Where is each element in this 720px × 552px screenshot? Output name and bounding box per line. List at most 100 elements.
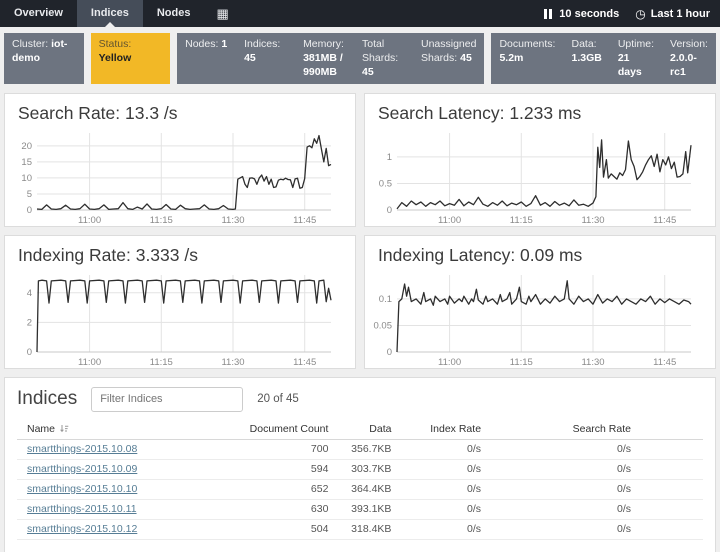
column-header-srate[interactable]: Search Rate bbox=[499, 420, 703, 440]
cluster-stat: Unassigned Shards: 45 bbox=[413, 33, 484, 84]
index-link[interactable]: smartthings-2015.10.12 bbox=[27, 523, 137, 535]
svg-text:4: 4 bbox=[27, 287, 32, 298]
cluster-stat: Documents: 5.2m bbox=[491, 33, 563, 84]
indices-table: NameDocument CountDataIndex RateSearch R… bbox=[17, 420, 703, 540]
search-rate-title: Search Rate: 13.3 /s bbox=[18, 103, 355, 124]
column-header-data[interactable]: Data bbox=[328, 420, 391, 440]
svg-text:11:30: 11:30 bbox=[221, 215, 244, 226]
svg-text:11:00: 11:00 bbox=[438, 357, 461, 368]
cluster-stat: Cluster: iot-demo bbox=[4, 33, 84, 84]
time-range[interactable]: Last 1 hour bbox=[651, 8, 710, 20]
search-latency-title: Search Latency: 1.233 ms bbox=[378, 103, 715, 124]
sort-asc-icon bbox=[59, 424, 69, 433]
cluster-stat: Indices: 45 bbox=[236, 33, 295, 84]
cluster-stat: Version: 2.0.0-rc1 bbox=[662, 33, 716, 84]
svg-text:2: 2 bbox=[27, 317, 32, 328]
search-latency-panel: Search Latency: 1.233 ms 00.5111:0011:15… bbox=[364, 93, 716, 227]
tab-nodes[interactable]: Nodes bbox=[143, 0, 205, 27]
cell-doc: 630 bbox=[205, 499, 328, 519]
indices-count: 20 of 45 bbox=[257, 393, 299, 405]
search-rate-chart: 0510152011:0011:1511:3011:45 bbox=[5, 126, 355, 226]
svg-text:11:45: 11:45 bbox=[653, 357, 676, 368]
indices-title: Indices bbox=[17, 388, 77, 410]
cluster-status-bar: Cluster: iot-demo Status: Yellow Nodes: … bbox=[0, 27, 720, 89]
cluster-stat: Nodes: 1 bbox=[177, 33, 236, 84]
cell-irate: 0/s bbox=[391, 479, 499, 499]
svg-text:0.1: 0.1 bbox=[379, 293, 392, 304]
cell-srate: 0/s bbox=[499, 499, 703, 519]
svg-text:11:00: 11:00 bbox=[78, 215, 101, 226]
tab-indices[interactable]: Indices bbox=[77, 0, 143, 27]
table-row: smartthings-2015.10.09594303.7KB0/s0/s bbox=[17, 459, 703, 479]
cell-irate: 0/s bbox=[391, 519, 499, 539]
column-header-name[interactable]: Name bbox=[17, 420, 205, 440]
svg-text:5: 5 bbox=[27, 188, 32, 199]
cluster-stat: Memory: 381MB / 990MB bbox=[295, 33, 354, 84]
cluster-stats-group-2: Documents: 5.2mData: 1.3GBUptime: 21 day… bbox=[491, 33, 716, 84]
stat-label: Cluster: bbox=[12, 38, 48, 50]
svg-text:11:15: 11:15 bbox=[510, 215, 533, 226]
table-row: smartthings-2015.10.08700356.7KB0/s0/s bbox=[17, 439, 703, 459]
indexing-latency-chart: 00.050.111:0011:1511:3011:45 bbox=[365, 268, 715, 368]
svg-text:20: 20 bbox=[21, 140, 32, 151]
index-link[interactable]: smartthings-2015.10.11 bbox=[27, 503, 137, 515]
cell-srate: 0/s bbox=[499, 479, 703, 499]
index-link[interactable]: smartthings-2015.10.09 bbox=[27, 463, 137, 475]
svg-text:0.05: 0.05 bbox=[374, 320, 393, 331]
cell-srate: 0/s bbox=[499, 459, 703, 479]
svg-text:0.5: 0.5 bbox=[379, 178, 392, 189]
status-stat: Status: Yellow bbox=[91, 33, 171, 84]
cell-data: 393.1KB bbox=[328, 499, 391, 519]
filter-indices-input[interactable] bbox=[91, 387, 243, 412]
svg-text:11:15: 11:15 bbox=[150, 357, 173, 368]
cell-doc: 504 bbox=[205, 519, 328, 539]
cell-irate: 0/s bbox=[391, 439, 499, 459]
svg-text:0: 0 bbox=[27, 205, 32, 216]
svg-text:15: 15 bbox=[21, 156, 32, 167]
cell-doc: 700 bbox=[205, 439, 328, 459]
cell-data: 364.4KB bbox=[328, 479, 391, 499]
svg-text:11:45: 11:45 bbox=[293, 215, 316, 226]
cluster-stat: Data: 1.3GB bbox=[563, 33, 609, 84]
stat-value: Yellow bbox=[99, 52, 132, 64]
cell-data: 318.4KB bbox=[328, 519, 391, 539]
svg-text:11:30: 11:30 bbox=[221, 357, 244, 368]
indexing-latency-title: Indexing Latency: 0.09 ms bbox=[378, 245, 715, 266]
svg-text:11:15: 11:15 bbox=[510, 357, 533, 368]
cluster-status-badge: Status: Yellow bbox=[91, 33, 171, 84]
indexing-rate-panel: Indexing Rate: 3.333 /s 02411:0011:1511:… bbox=[4, 235, 356, 369]
cell-doc: 594 bbox=[205, 459, 328, 479]
search-rate-panel: Search Rate: 13.3 /s 0510152011:0011:151… bbox=[4, 93, 356, 227]
cell-irate: 0/s bbox=[391, 499, 499, 519]
svg-text:11:15: 11:15 bbox=[150, 215, 173, 226]
svg-text:1: 1 bbox=[387, 151, 392, 162]
indexing-rate-chart: 02411:0011:1511:3011:45 bbox=[5, 268, 355, 368]
svg-text:0: 0 bbox=[27, 347, 32, 358]
tab-overview[interactable]: Overview bbox=[0, 0, 77, 27]
cluster-stats-group-1: Nodes: 1Indices: 45Memory: 381MB / 990MB… bbox=[177, 33, 484, 84]
column-header-doc[interactable]: Document Count bbox=[205, 420, 328, 440]
stat-label: Status: bbox=[99, 38, 132, 50]
svg-text:0: 0 bbox=[387, 205, 392, 216]
cluster-stat: Total Shards: 45 bbox=[354, 33, 413, 84]
nav-tabs: OverviewIndicesNodes bbox=[0, 0, 204, 27]
svg-text:11:45: 11:45 bbox=[293, 357, 316, 368]
cell-irate: 0/s bbox=[391, 459, 499, 479]
indexing-rate-title: Indexing Rate: 3.333 /s bbox=[18, 245, 355, 266]
apps-grid-icon[interactable]: ▦ bbox=[204, 0, 240, 27]
cell-doc: 652 bbox=[205, 479, 328, 499]
top-nav: OverviewIndicesNodes ▦ 10 seconds ◷ Last… bbox=[0, 0, 720, 27]
cell-srate: 0/s bbox=[499, 439, 703, 459]
cell-data: 303.7KB bbox=[328, 459, 391, 479]
svg-text:11:30: 11:30 bbox=[581, 357, 604, 368]
search-latency-chart: 00.5111:0011:1511:3011:45 bbox=[365, 126, 715, 226]
cluster-stat: Uptime: 21 days bbox=[610, 33, 662, 84]
index-link[interactable]: smartthings-2015.10.08 bbox=[27, 443, 137, 455]
refresh-interval[interactable]: 10 seconds bbox=[559, 8, 619, 20]
pause-icon[interactable] bbox=[544, 9, 552, 19]
cluster-name-box: Cluster: iot-demo bbox=[4, 33, 84, 84]
cell-srate: 0/s bbox=[499, 519, 703, 539]
index-link[interactable]: smartthings-2015.10.10 bbox=[27, 483, 137, 495]
column-header-irate[interactable]: Index Rate bbox=[391, 420, 499, 440]
indices-panel: Indices 20 of 45 NameDocument CountDataI… bbox=[4, 377, 716, 552]
